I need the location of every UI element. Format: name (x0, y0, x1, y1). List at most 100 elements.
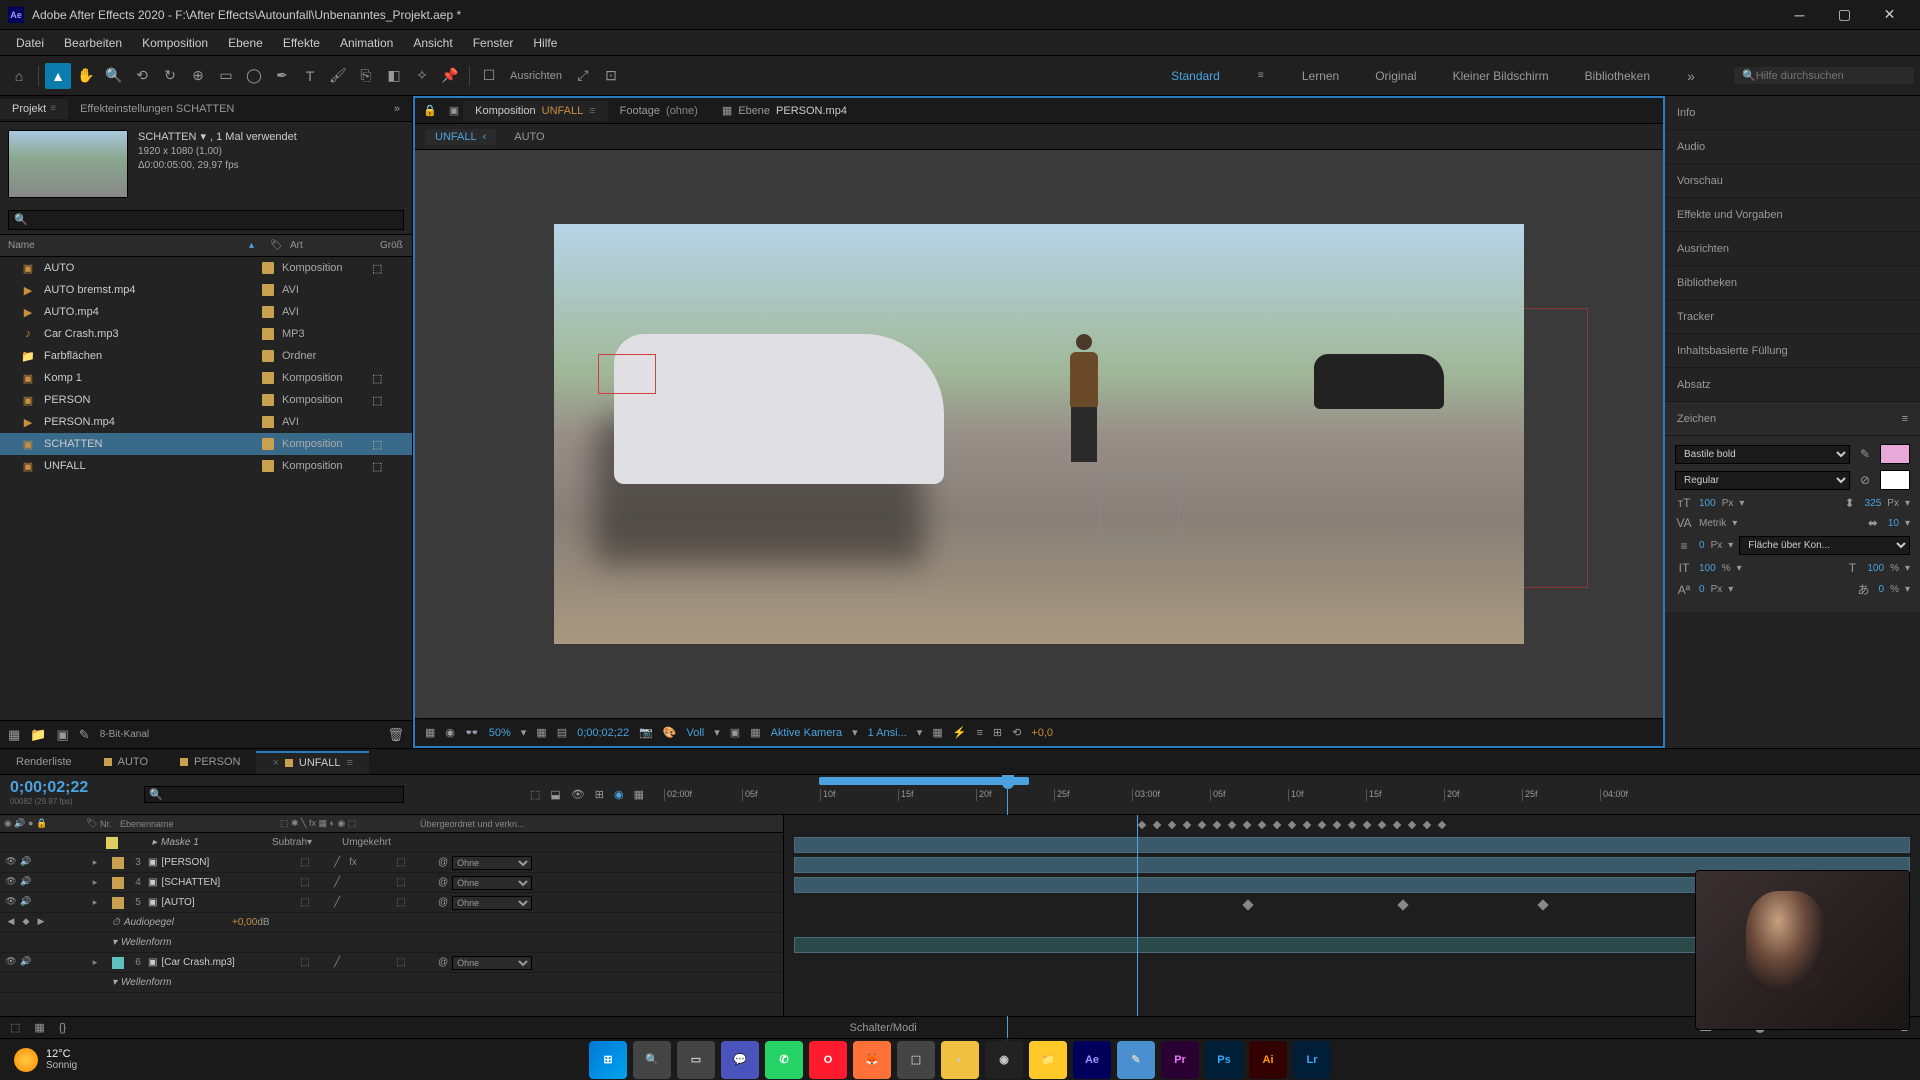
project-item[interactable]: ♪ Car Crash.mp3 MP3 (0, 323, 412, 345)
menu-bearbeiten[interactable]: Bearbeiten (54, 32, 132, 54)
menu-fenster[interactable]: Fenster (463, 32, 524, 54)
taskbar-app-firefox[interactable]: 🦊 (853, 1041, 891, 1079)
trash-icon[interactable]: 🗑 (387, 727, 404, 743)
fx-switch[interactable] (346, 897, 360, 908)
flowchart-auto[interactable]: AUTO (504, 129, 554, 145)
zoom-tool[interactable]: 🔍 (101, 63, 127, 89)
solo-toggle[interactable] (34, 856, 48, 870)
alpha-icon[interactable]: ▦ (425, 726, 435, 739)
solo-toggle[interactable] (34, 896, 48, 910)
visibility-toggle[interactable]: 👁 (4, 896, 18, 910)
fx-switch[interactable] (346, 877, 360, 888)
panel-zeichen[interactable]: Zeichen≡ (1665, 402, 1920, 436)
mask-icon[interactable]: ◉ (445, 726, 455, 739)
audio-toggle[interactable]: 🔊 (19, 876, 33, 890)
taskbar-app-lightroom[interactable]: Lr (1293, 1041, 1331, 1079)
type-tool[interactable]: T (297, 63, 323, 89)
panel-contentaware[interactable]: Inhaltsbasierte Füllung (1665, 334, 1920, 368)
flowchart-icon[interactable]: ⊞ (993, 726, 1002, 739)
chevron-down-icon[interactable]: ▾ (521, 726, 527, 739)
tracking-value[interactable]: 10 (1888, 518, 1899, 529)
comp-tab-unfall[interactable]: Komposition UNFALL ≡ (463, 101, 608, 121)
grid-icon[interactable]: ▦ (536, 726, 546, 739)
collapse-switch[interactable]: ╱ (330, 957, 344, 968)
help-search[interactable]: 🔍 (1734, 67, 1914, 84)
panel-menu-icon[interactable]: ≡ (589, 105, 595, 117)
add-kf-icon[interactable]: ◆ (19, 916, 33, 930)
selection-box[interactable] (1099, 479, 1179, 539)
exposure-value[interactable]: +0,0 (1031, 727, 1053, 739)
label-swatch[interactable] (106, 837, 118, 849)
viewer-timecode[interactable]: 0;00;02;22 (577, 727, 629, 739)
layer-tab[interactable]: ▦ Ebene PERSON.mp4 (710, 100, 859, 121)
workspace-overflow-icon[interactable]: » (1678, 63, 1704, 89)
taskbar-search[interactable]: 🔍 (633, 1041, 671, 1079)
sort-icon[interactable]: ▴ (249, 240, 254, 251)
fx-switch[interactable]: fx (346, 857, 360, 868)
prev-kf-icon[interactable]: ◀ (4, 916, 18, 930)
hand-tool[interactable]: ✋ (73, 63, 99, 89)
shy-switch[interactable]: ⬚ (298, 857, 312, 868)
timeline-icon[interactable]: ≡ (976, 727, 982, 739)
workspace-biblio[interactable]: Bibliotheken (1577, 65, 1658, 87)
weather-widget[interactable]: 12°C Sonnig (14, 1048, 77, 1072)
menu-ebene[interactable]: Ebene (218, 32, 273, 54)
pickwhip-icon[interactable]: @ (438, 957, 448, 968)
bit-depth-button[interactable]: 8-Bit-Kanal (100, 729, 149, 740)
zoom-dropdown[interactable]: 50% (489, 727, 511, 739)
mask-invert-label[interactable]: Umgekehrt (342, 837, 391, 848)
3d-switch[interactable]: ⬚ (394, 957, 408, 968)
lock-toggle[interactable] (49, 876, 63, 890)
guide-icon[interactable]: ▤ (557, 726, 567, 739)
adjust-icon[interactable]: ✎ (79, 727, 90, 743)
audio-toggle[interactable]: 🔊 (19, 896, 33, 910)
timeline-timecode[interactable]: 0;00;02;22 00082 (29.97 fps) (0, 775, 140, 814)
layer-row[interactable]: 👁 🔊 ▸ 4 ▣ [SCHATTEN] ⬚ ╱ ⬚ @ Ohne (0, 873, 783, 893)
transparency-icon[interactable]: ▦ (750, 726, 760, 739)
lock-toggle[interactable] (49, 956, 63, 970)
3d-switch[interactable]: ⬚ (394, 857, 408, 868)
solo-toggle[interactable] (34, 956, 48, 970)
taskbar-app-premiere[interactable]: Pr (1161, 1041, 1199, 1079)
pickwhip-icon[interactable]: @ (438, 877, 448, 888)
interpret-icon[interactable]: ▦ (8, 727, 20, 743)
orbit-tool[interactable]: ⟲ (129, 63, 155, 89)
help-search-input[interactable] (1756, 70, 1906, 82)
project-item[interactable]: ▣ PERSON Komposition ⬚ (0, 389, 412, 411)
label-col-icon[interactable]: 🏷 (262, 238, 282, 253)
label-swatch[interactable] (112, 877, 124, 889)
snap-opts2-icon[interactable]: ⊡ (598, 63, 624, 89)
resolution-dropdown[interactable]: Voll (687, 727, 705, 739)
parent-dropdown[interactable]: Ohne (452, 876, 532, 890)
taskbar-app-aftereffects[interactable]: Ae (1073, 1041, 1111, 1079)
snap-checkbox[interactable]: ☐ (476, 63, 502, 89)
reset-exposure-icon[interactable]: ⟲ (1012, 726, 1021, 739)
panel-info[interactable]: Info (1665, 96, 1920, 130)
layer-property[interactable]: ◀◆▶ ⏱ Audiopegel +0,00dB (0, 913, 783, 933)
taskbar-app-opera[interactable]: O (809, 1041, 847, 1079)
label-swatch[interactable] (112, 897, 124, 909)
taskbar-taskview[interactable]: ▭ (677, 1041, 715, 1079)
panel-menu-icon[interactable]: ≡ (346, 757, 352, 769)
leading-value[interactable]: 325 (1865, 498, 1882, 509)
taskbar-app-teams[interactable]: 💬 (721, 1041, 759, 1079)
menu-animation[interactable]: Animation (330, 32, 403, 54)
label-swatch[interactable] (262, 372, 274, 384)
parent-dropdown[interactable]: Ohne (452, 896, 532, 910)
motionblur-icon[interactable]: ◉ (614, 788, 624, 801)
panel-menu-icon[interactable]: ≡ (50, 103, 56, 114)
toggle-switches-icon[interactable]: ⬚ (10, 1021, 20, 1034)
panel-vorschau[interactable]: Vorschau (1665, 164, 1920, 198)
snapshot-icon[interactable]: 📷 (639, 726, 653, 739)
project-item[interactable]: ▶ AUTO.mp4 AVI (0, 301, 412, 323)
minimize-button[interactable]: ─ (1777, 0, 1822, 30)
timeline-track[interactable] (784, 815, 1920, 835)
eraser-tool[interactable]: ◧ (381, 63, 407, 89)
new-folder-icon[interactable]: 📁 (30, 727, 46, 743)
timeline-tab-person[interactable]: PERSON (164, 752, 256, 772)
stroke-color-swatch[interactable] (1880, 470, 1910, 490)
label-swatch[interactable] (262, 284, 274, 296)
taskbar-app-explorer[interactable]: 📁 (1029, 1041, 1067, 1079)
home-tool[interactable]: ⌂ (6, 63, 32, 89)
pen-tool[interactable]: ✒ (269, 63, 295, 89)
